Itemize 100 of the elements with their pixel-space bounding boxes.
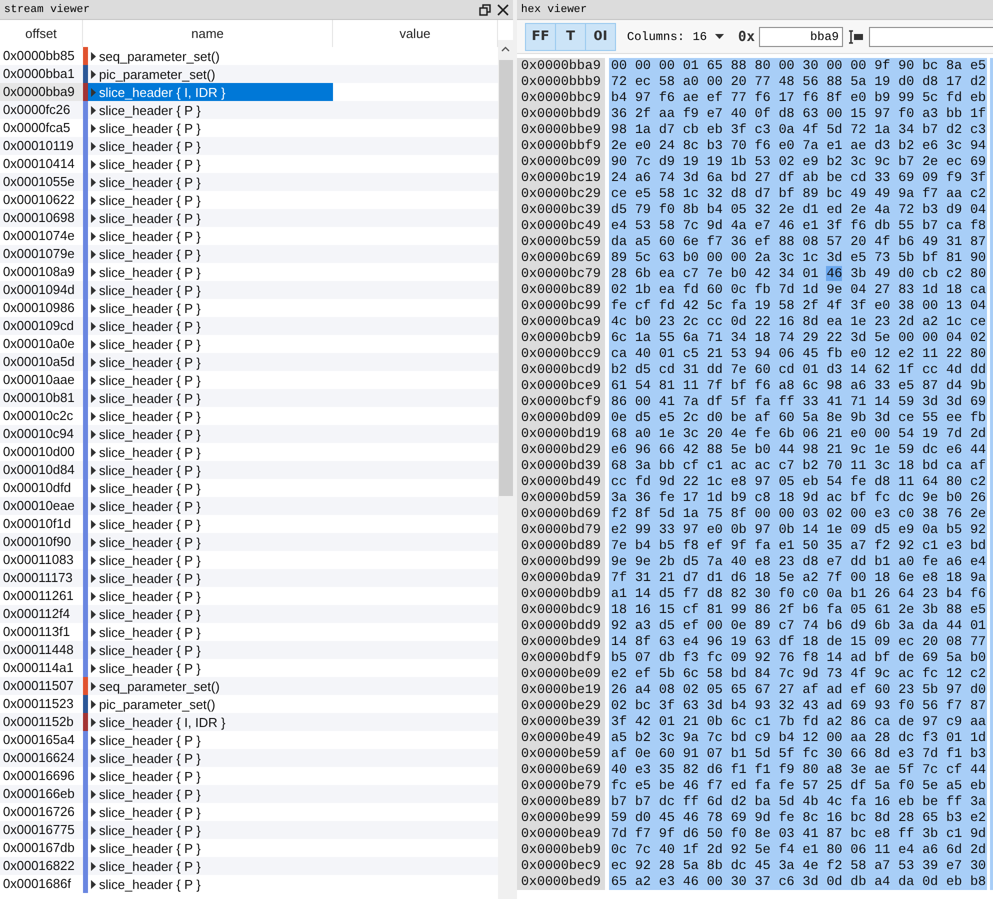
toggle-button[interactable]: 0I	[585, 22, 616, 50]
offset-cell-text: 0x00010119	[2, 137, 75, 155]
hex-bytes-cell: 0c 7c 40 1f 2d 92 5e f4 e1 80 06 11 e4 a6 6d 2d	[609, 842, 987, 858]
stream-row[interactable]: 0x00010f90 slice_header { P }	[0, 533, 498, 551]
offset-cell-text: 0x000112f4	[2, 605, 71, 623]
name-cell: slice_header { P }	[99, 498, 201, 514]
offset-cell-text: 0x00010c2c	[2, 407, 74, 425]
offset-cell-text: 0x0000fc26	[2, 101, 72, 119]
hex-bytes-cell: af 0e 60 91 07 b1 5d 5f fc 30 66 8d e3 7d f1 b3	[609, 746, 987, 762]
hex-offset-cell: 0x0000be79	[517, 778, 605, 794]
hex-offset-cell: 0x0000be69	[517, 762, 605, 778]
stream-row[interactable]: 0x000112f4 slice_header { P }	[0, 605, 498, 623]
stream-row[interactable]: 0x0001055e slice_header { P }	[0, 173, 498, 191]
name-cell: slice_header { P }	[99, 534, 201, 550]
hex-bytes-cell: 59 d0 45 46 78 69 9d fe 8c 16 bc 8d 28 65 b3 e2	[609, 810, 987, 826]
hex-bytes-cell: 72 ec 58 a0 00 20 77 48 56 88 5a 19 d0 d8 17 d2	[609, 74, 987, 90]
offset-cell-text: 0x00010b81	[2, 389, 76, 407]
columns-dropdown[interactable]: 16	[684, 30, 730, 44]
hex-offset-cell: 0x0000bba9	[517, 58, 605, 74]
stream-row[interactable]: 0x00010eae slice_header { P }	[0, 497, 498, 515]
offset-cell-text: 0x0000bb85	[2, 47, 76, 65]
offset-cell-text: 0x00016726	[2, 803, 76, 821]
hex-bytes-cell: ca 40 01 c5 21 53 94 06 45 fb e0 12 e2 11 22 80	[609, 346, 987, 362]
hex-bytes-cell: 3f 42 01 21 0b 6c c1 7b fd a2 86 ca de 97 c9 aa	[609, 714, 987, 730]
stream-row[interactable]: 0x000166eb slice_header { P }	[0, 785, 498, 803]
offset-cell-text: 0x00010f1d	[2, 515, 72, 533]
hex-bytes-cell: a1 14 d5 f7 d8 82 30 f0 c0 0a b1 26 64 23 b4 f6	[609, 586, 987, 602]
hex-bytes-cell: 86 00 41 7a df 5f fa ff 33 41 71 14 59 3d 3d 69	[609, 394, 987, 410]
toggle-button[interactable]: T	[555, 22, 586, 50]
name-cell: slice_header { P }	[99, 786, 201, 802]
hex-offset-cell: 0x0000bec9	[517, 858, 605, 874]
offset-cell-text: 0x0001055e	[2, 173, 76, 191]
hex-bytes-cell: 2e e0 24 8c b3 70 f6 e0 7a e1 ae d3 b2 e6 3c 94	[609, 138, 987, 154]
hex-offset-cell: 0x0000be89	[517, 794, 605, 810]
hex-offset-cell: 0x0000be09	[517, 666, 605, 682]
stream-row[interactable]: 0x0001152b slice_header { I, IDR }	[0, 713, 498, 731]
hex-bytes-cell: b4 97 f6 ae ef 77 f6 17 f6 8f e0 b9 99 5c fd eb	[609, 90, 987, 106]
stream-row[interactable]: 0x0000bba1 pic_parameter_set()	[0, 65, 498, 83]
name-cell: slice_header { P }	[99, 408, 201, 424]
hex-bytes-cell: 3a 36 fe 17 1d b9 c8 18 9d ac bf fc dc 9e b0 26	[609, 490, 987, 506]
hex-offset-cell: 0x0000bc19	[517, 170, 605, 186]
address-field[interactable]: bba9	[758, 26, 843, 46]
hex-offset-cell: 0x0000bcc9	[517, 346, 605, 362]
cursor-byte: 46	[826, 266, 842, 281]
stream-row[interactable]: 0x0000fc26 slice_header { P }	[0, 101, 498, 119]
stream-row[interactable]: 0x00011173 slice_header { P }	[0, 569, 498, 587]
name-cell: slice_header { I, IDR }	[99, 714, 226, 730]
offset-cell-text: 0x0001094d	[2, 281, 76, 299]
stream-row[interactable]: 0x0001079e slice_header { P }	[0, 245, 498, 263]
toggle-button[interactable]: FF	[525, 22, 556, 50]
name-cell: slice_header { P }	[99, 768, 201, 784]
hex-prefix-label: 0x	[738, 28, 755, 44]
stream-row[interactable]: 0x00010d84 slice_header { P }	[0, 461, 498, 479]
offset-cell-text: 0x000108a9	[2, 263, 76, 281]
name-cell: slice_header { P }	[99, 858, 201, 874]
stream-row[interactable]: 0x00011507 seq_parameter_set()	[0, 677, 498, 695]
stream-row[interactable]: 0x000109cd slice_header { P }	[0, 317, 498, 335]
stream-row[interactable]: 0x00010698 slice_header { P }	[0, 209, 498, 227]
name-cell: slice_header { P }	[99, 660, 201, 676]
offset-cell-text: 0x00016624	[2, 749, 76, 767]
hex-offset-cell: 0x0000bd89	[517, 538, 605, 554]
hex-offset-cell: 0x0000bd79	[517, 522, 605, 538]
offset-cell-text: 0x00010622	[2, 191, 76, 209]
hex-bytes-cell: 65 a2 e3 46 00 30 37 c6 3d 0d db a4 da 0d eb b8	[609, 874, 987, 890]
hex-offset-cell: 0x0000bd99	[517, 554, 605, 570]
name-cell: slice_header { P }	[99, 138, 201, 154]
stream-row[interactable]: 0x00011448 slice_header { P }	[0, 641, 498, 659]
offset-cell-text: 0x00011507	[2, 677, 75, 695]
hex-bytes-cell: 26 a4 08 02 05 65 67 27 af ad ef 60 23 5b 97 d0	[609, 682, 987, 698]
stream-row[interactable]: 0x00010c94 slice_header { P }	[0, 425, 498, 443]
hex-offset-cell: 0x0000bc59	[517, 234, 605, 250]
stream-row[interactable]: 0x0001094d slice_header { P }	[0, 281, 498, 299]
hex-offset-cell: 0x0000bbb9	[517, 74, 605, 90]
name-cell: pic_parameter_set()	[99, 66, 216, 82]
name-cell: slice_header { P }	[99, 444, 201, 460]
offset-cell-text: 0x00010dfd	[2, 479, 72, 497]
name-cell: seq_parameter_set()	[99, 48, 220, 64]
stream-row[interactable]: 0x00010a5d slice_header { P }	[0, 353, 498, 371]
hex-bytes-cell: 28 6b ea c7 7e b0 42 34 01 46 3b 49 d0 cb c2 80	[609, 266, 987, 282]
offset-cell-text: 0x00016696	[2, 767, 76, 785]
hex-offset-cell: 0x0000bde9	[517, 634, 605, 650]
hex-offset-cell: 0x0000bbd9	[517, 106, 605, 122]
hex-offset-cell: 0x0000bd29	[517, 442, 605, 458]
hex-bytes-cell: 6c 1a 55 6a 71 34 18 74 29 22 3d 5e 00 00 04 02	[609, 330, 987, 346]
stream-row[interactable]: 0x00016775 slice_header { P }	[0, 821, 498, 839]
stream-row[interactable]: 0x00010119 slice_header { P }	[0, 137, 498, 155]
offset-cell-text: 0x00010986	[2, 299, 76, 317]
hex-bytes-cell: b7 b7 dc ff 6d d2 ba 5d 4b 4c fa 16 eb be ff 3a	[609, 794, 987, 810]
hex-offset-cell: 0x0000bd39	[517, 458, 605, 474]
stream-row[interactable]: 0x00016822 slice_header { P }	[0, 857, 498, 875]
name-cell: slice_header { P }	[99, 732, 201, 748]
name-cell: slice_header { P }	[99, 552, 201, 568]
name-cell: slice_header { P }	[99, 264, 201, 280]
offset-cell-text: 0x000167db	[2, 839, 76, 857]
stream-row[interactable]: 0x00010b81 slice_header { P }	[0, 389, 498, 407]
hex-bytes-cell: b2 d5 cd 31 dd 7e 60 cd 01 d3 14 62 1f cc 4d dd	[609, 362, 987, 378]
stream-row[interactable]: 0x00016624 slice_header { P }	[0, 749, 498, 767]
name-cell: slice_header { P }	[99, 102, 201, 118]
hex-bytes-cell: e4 53 58 7c 9d 4a e7 46 e1 3f f6 db 55 b7 ca f8	[609, 218, 987, 234]
hex-bytes-cell: 89 5c 63 b0 00 00 2a 3c 1c 3d e5 73 5b bf 81 90	[609, 250, 987, 266]
